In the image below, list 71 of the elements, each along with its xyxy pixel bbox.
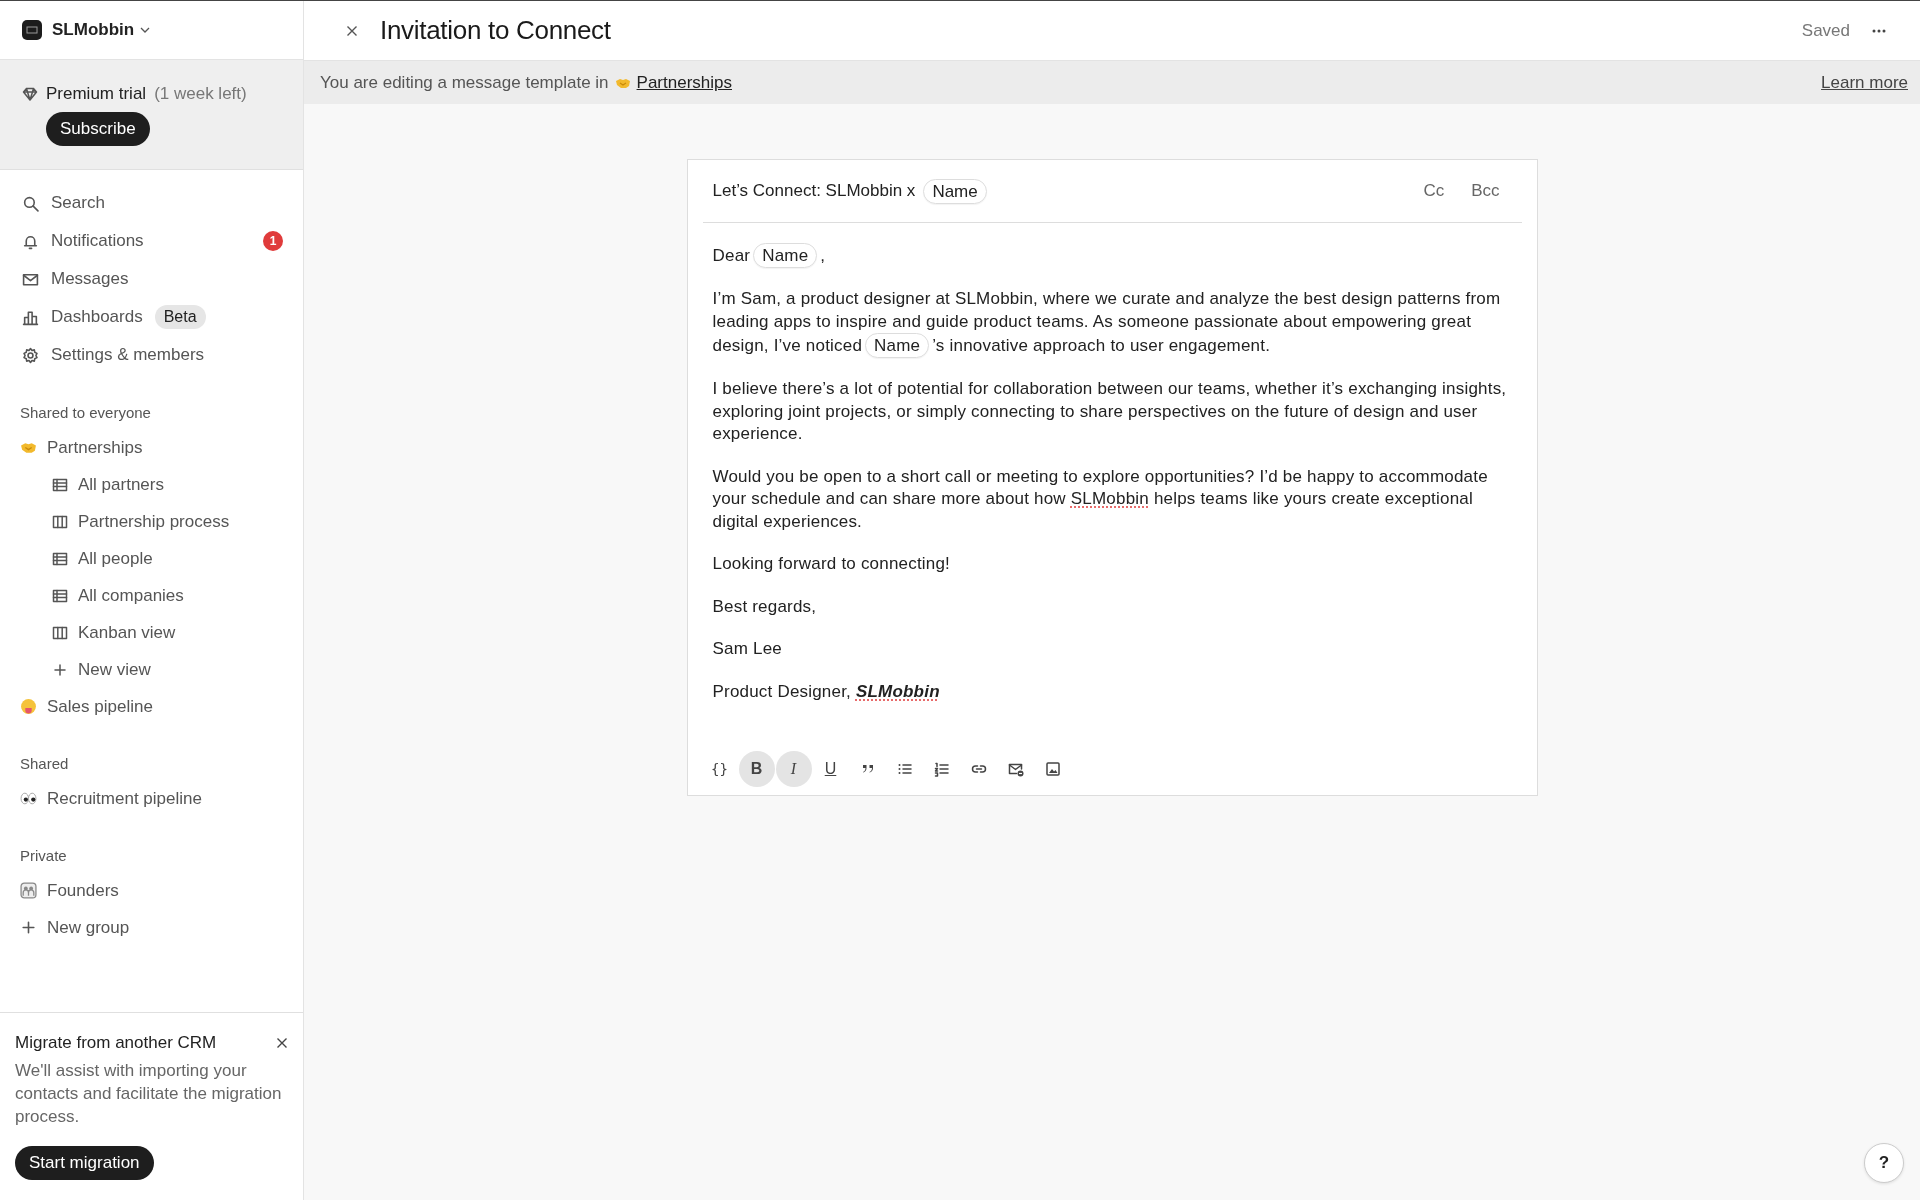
- diamond-icon: [22, 86, 38, 102]
- sidebar-item[interactable]: Sales pipeline: [0, 688, 303, 725]
- section-heading: Shared: [19, 754, 70, 774]
- table-icon: [52, 476, 68, 493]
- nav-item[interactable]: Search: [0, 184, 303, 222]
- nav-label[interactable]: Notifications: [51, 231, 144, 251]
- plus-icon: [20, 919, 37, 936]
- trial-remaining: (1 week left): [154, 84, 247, 104]
- view-item[interactable]: All companies: [0, 577, 303, 614]
- partnerships-link[interactable]: Partnerships: [636, 72, 732, 93]
- sidebar-item[interactable]: New group: [0, 909, 303, 946]
- nav-label[interactable]: Dashboards: [51, 307, 143, 327]
- paragraph: Would you be open to a short call or meeting to explore opportunities? I’d be happy to accommodate your schedule and can share more about how SLMobbin helps teams like yours create exceptional digital experiences.: [712, 465, 1489, 533]
- bold-button[interactable]: B: [738, 751, 775, 787]
- table-icon: [52, 587, 68, 604]
- learn-more-link[interactable]: Learn more: [1821, 72, 1908, 93]
- close-button[interactable]: [346, 24, 358, 37]
- sidebar-item[interactable]: Founders: [0, 872, 303, 909]
- section-heading: Private: [19, 846, 68, 866]
- numbered-list-icon: [933, 761, 950, 777]
- mail-icon: [1007, 761, 1024, 777]
- close-button[interactable]: [276, 1037, 288, 1049]
- view-item[interactable]: Kanban view: [0, 614, 303, 651]
- variable-button[interactable]: {}: [701, 751, 738, 787]
- underline-button[interactable]: U: [812, 751, 849, 787]
- nav-item[interactable]: Messages: [0, 260, 303, 298]
- promo-text: We'll assist with importing your contacts and facilitate the migration process.: [15, 1060, 283, 1128]
- search-icon: [22, 194, 39, 212]
- workspace-logo[interactable]: [22, 20, 42, 40]
- bar-chart-icon: [22, 308, 39, 326]
- paragraph: I’m Sam, a product designer at SLMobbin, where we curate and analyze the best design patterns from leading apps to inspire and guide product teams. As someone passionate about empowering great design, I’ve noticed Name ’s innovative approach to user engagement.: [712, 288, 1512, 358]
- nav-item[interactable]: Settings & members: [0, 336, 303, 374]
- bcc-button[interactable]: Bcc: [1471, 181, 1500, 201]
- subject-text: Let’s Connect: SLMobbin x: [712, 181, 916, 201]
- view-item[interactable]: All people: [0, 540, 303, 577]
- section-heading: Shared to everyone: [19, 403, 152, 423]
- paragraph: Best regards,: [712, 595, 818, 618]
- paragraph: Looking forward to connecting!: [712, 553, 952, 575]
- notification-badge: 1: [263, 231, 283, 251]
- save-status: Saved: [1801, 20, 1850, 41]
- eyes-icon: [20, 790, 37, 807]
- paragraph: Dear Name ,: [712, 243, 1512, 268]
- board-icon: [52, 513, 68, 530]
- start-migration-button[interactable]: Start migration: [15, 1146, 154, 1180]
- smiley-icon: [20, 698, 37, 715]
- page-title: Invitation to Connect: [380, 15, 611, 46]
- image-icon: [1044, 761, 1061, 777]
- paragraph: Product Designer, SLMobbin: [712, 680, 941, 703]
- group-icon: [20, 882, 37, 899]
- table-icon: [52, 550, 68, 567]
- workspace-switcher[interactable]: SLMobbin: [52, 20, 151, 40]
- paragraph: I believe there’s a lot of potential for collaboration between our teams, whether it’s exchanging insights, exploring joint projects, or simply connecting to share perspectives on the future of design and user experience.: [712, 378, 1508, 445]
- sidebar-item[interactable]: Partnerships: [0, 429, 303, 466]
- subscribe-button[interactable]: Subscribe: [46, 112, 150, 146]
- more-button[interactable]: [1872, 28, 1886, 33]
- view-item[interactable]: New view: [0, 651, 303, 688]
- banner-text: You are editing a message template in: [320, 72, 609, 93]
- settings-icon: [22, 346, 39, 364]
- sidebar-item[interactable]: Recruitment pipeline: [0, 780, 303, 817]
- paragraph: Sam Lee: [712, 638, 783, 660]
- promo-title: Migrate from another CRM: [15, 1033, 217, 1053]
- beta-tag: Beta: [154, 305, 206, 329]
- bullet-list-icon: [896, 761, 913, 777]
- plus-icon: [52, 661, 68, 678]
- trial-label: Premium trial: [46, 84, 147, 104]
- chevron-down-icon: [140, 25, 151, 35]
- italic-button[interactable]: I: [775, 751, 812, 787]
- cc-button[interactable]: Cc: [1423, 181, 1445, 201]
- view-item[interactable]: All partners: [0, 466, 303, 503]
- board-icon: [52, 624, 68, 641]
- view-item[interactable]: Partnership process: [0, 503, 303, 540]
